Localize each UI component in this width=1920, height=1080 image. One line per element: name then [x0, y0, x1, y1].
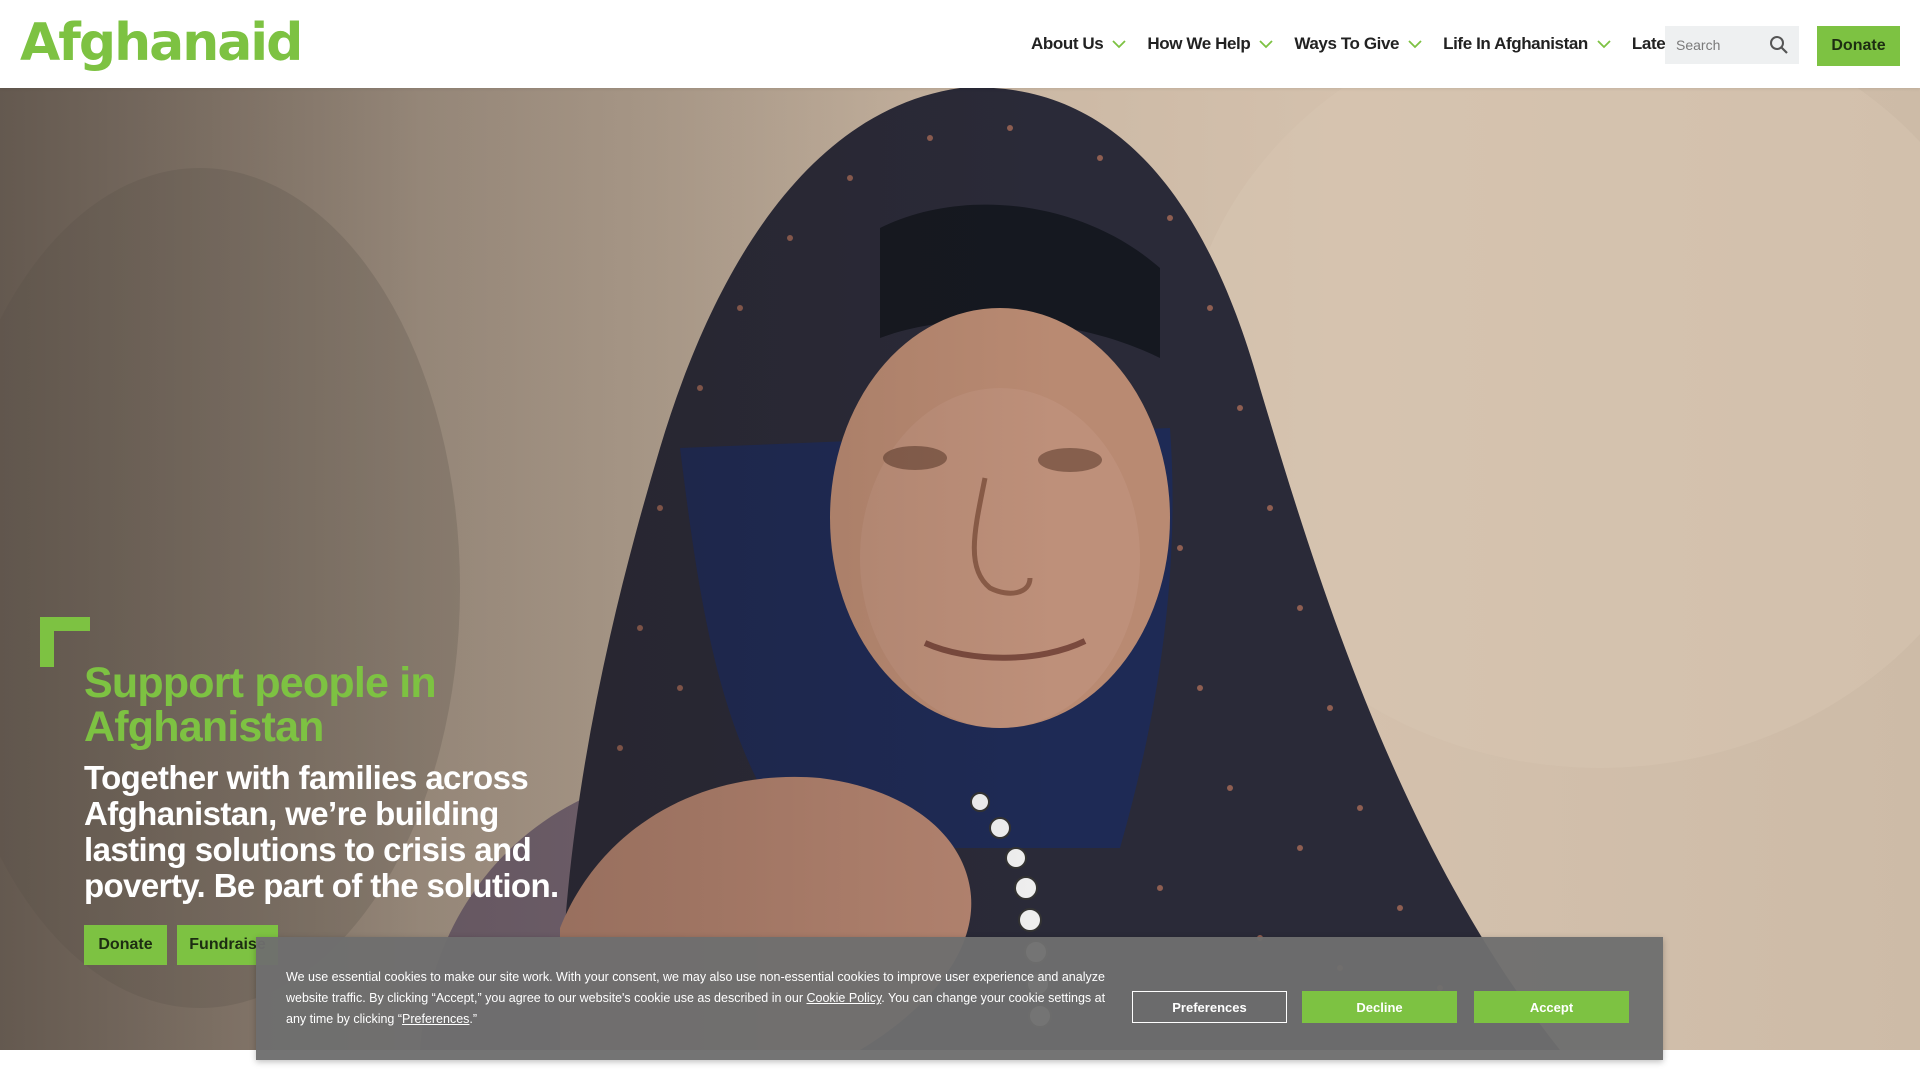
nav-item-about-us[interactable]: About Us	[1031, 34, 1126, 54]
nav-item-label: About Us	[1031, 34, 1104, 53]
cookie-message: We use essential cookies to make our sit…	[286, 967, 1106, 1030]
hero-overlay	[0, 88, 1920, 1050]
cookie-text-part: .”	[469, 1012, 478, 1026]
cookie-banner: We use essential cookies to make our sit…	[256, 937, 1663, 1060]
hero-section: Support people in Afghanistan Together w…	[0, 88, 1920, 1050]
cookie-accept-button[interactable]: Accept	[1474, 991, 1629, 1023]
nav-item-label: Ways To Give	[1294, 34, 1400, 53]
nav-item-how-we-help[interactable]: How We Help	[1147, 34, 1273, 54]
hero-donate-button[interactable]: Donate	[84, 925, 167, 965]
chevron-down-icon	[1408, 40, 1422, 49]
hero-title: Support people in Afghanistan	[84, 659, 437, 751]
header-donate-button[interactable]: Donate	[1817, 26, 1900, 66]
cookie-policy-link[interactable]: Cookie Policy	[806, 991, 881, 1005]
hero-subtitle: Together with families across Afghanista…	[84, 759, 559, 904]
cookie-preferences-button[interactable]: Preferences	[1132, 991, 1287, 1023]
corner-bracket-icon	[40, 617, 90, 667]
search-icon[interactable]	[1769, 35, 1789, 55]
afghanaid-logo[interactable]: Afghanaid	[20, 8, 303, 78]
chevron-down-icon	[1259, 40, 1273, 49]
nav-item-label: Life In Afghanistan	[1443, 34, 1588, 53]
chevron-down-icon	[1597, 40, 1611, 49]
nav-item-life-in-afghanistan[interactable]: Life In Afghanistan	[1443, 34, 1611, 54]
search-input[interactable]	[1665, 26, 1772, 64]
chevron-down-icon	[1112, 40, 1126, 49]
nav-item-label: How We Help	[1147, 34, 1251, 53]
main-nav: About Us How We Help Ways To Give Life I…	[1031, 0, 1724, 88]
nav-item-ways-to-give[interactable]: Ways To Give	[1294, 34, 1422, 54]
search-box	[1665, 26, 1799, 64]
preferences-link[interactable]: Preferences	[402, 1012, 469, 1026]
site-header: Afghanaid About Us How We Help Ways To G…	[0, 0, 1920, 88]
cookie-decline-button[interactable]: Decline	[1302, 991, 1457, 1023]
